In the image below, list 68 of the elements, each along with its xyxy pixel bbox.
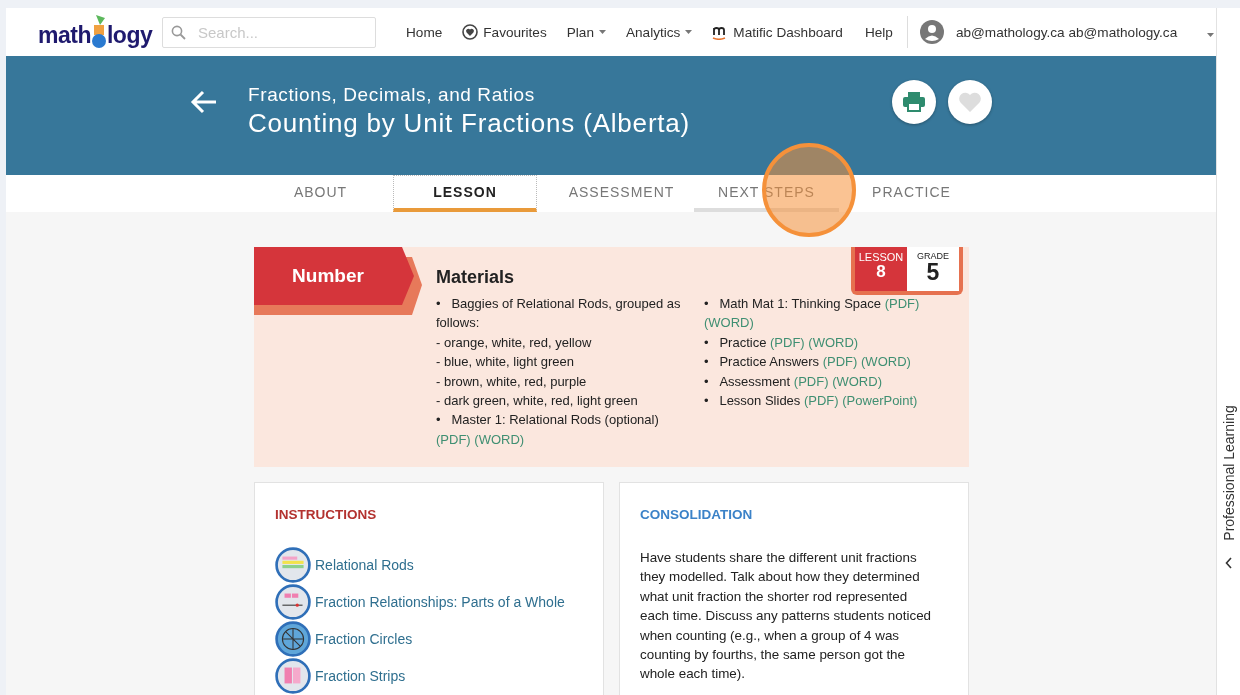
nav-link[interactable]: Matific Dashboard	[712, 24, 843, 40]
back-button[interactable]	[190, 88, 218, 116]
user-menu[interactable]: ab@mathology.ca ab@mathology.ca	[919, 20, 1178, 44]
material-item: • Lesson Slides (PDF) (PowerPoint)	[704, 392, 919, 411]
material-item: - orange, white, red, yellow	[436, 333, 593, 352]
favourite-button[interactable]	[948, 80, 992, 124]
download-link[interactable]: (PDF)	[804, 393, 839, 409]
search-icon	[171, 24, 186, 40]
back-arrow-icon	[190, 88, 218, 116]
tab[interactable]: ASSESSMENT	[549, 175, 694, 212]
download-link[interactable]: (PowerPoint)	[842, 393, 918, 409]
strand-label: Number	[254, 247, 414, 305]
tab[interactable]: NEXT STEPS	[694, 175, 839, 212]
nav-link[interactable]: Home	[406, 24, 443, 40]
download-link[interactable]: (PDF)	[884, 296, 920, 311]
resource-link[interactable]: Fraction Relationships: Parts of a Whole	[275, 583, 583, 620]
caret-icon	[1207, 33, 1215, 37]
resource-link[interactable]: Fraction Strips	[275, 657, 583, 694]
material-item: - dark green, white, red, light green	[436, 392, 639, 411]
grade-number: 5	[926, 261, 940, 284]
user-avatar-icon	[919, 20, 944, 44]
resource-link[interactable]: Fraction Circles	[275, 620, 583, 657]
download-link[interactable]: (PDF)	[793, 373, 829, 389]
chevron-left-icon[interactable]	[1224, 557, 1233, 569]
consolidation-heading: CONSOLIDATION	[640, 507, 754, 522]
nav-link[interactable]: Help	[864, 24, 893, 40]
instructions-heading: INSTRUCTIONS	[275, 507, 378, 522]
circle-diagram-icon	[275, 620, 311, 657]
download-link[interactable]: (WORD)	[474, 431, 525, 447]
download-link[interactable]: (WORD)	[832, 373, 882, 389]
consolidation-text: Have students share the different unit fractions they modelled. Talk about how they determined what unit fraction the shorter rod represented each time. Discuss any patterns students noticed when counting (e.g., when a group of 4 was counting by fourths, the same person got the whole each time).	[640, 549, 933, 684]
resource-link[interactable]: Relational Rods	[275, 546, 583, 583]
material-item: - brown, white, red, purple	[436, 372, 588, 391]
nav-link[interactable]: Plan	[566, 24, 606, 40]
material-item: - blue, white, light green	[436, 353, 576, 372]
heart-icon	[958, 91, 982, 113]
lesson-title: Counting by Unit Fractions (Alberta)	[248, 108, 692, 139]
tab[interactable]: ABOUT	[248, 175, 393, 212]
logo-icon	[90, 15, 107, 49]
download-link[interactable]: (WORD)	[808, 334, 859, 350]
nav-link[interactable]: Analytics	[625, 24, 693, 40]
tab[interactable]: LESSON	[393, 175, 537, 212]
print-button[interactable]	[892, 80, 936, 124]
material-item: • Practice Answers (PDF) (WORD)	[704, 353, 912, 372]
printer-icon	[903, 92, 925, 112]
caret-icon	[685, 30, 693, 34]
side-tab[interactable]: Professional Learning	[1220, 405, 1237, 541]
tab[interactable]: PRACTICE	[839, 175, 984, 212]
material-item: • Practice (PDF) (WORD)	[704, 333, 860, 352]
materials-heading: Materials	[436, 267, 515, 288]
download-link[interactable]: (PDF)	[822, 354, 858, 370]
caret-icon	[598, 30, 606, 34]
download-link[interactable]: (WORD)	[704, 315, 754, 331]
logo[interactable]: math logy	[38, 15, 162, 49]
download-link[interactable]: (PDF)	[770, 334, 805, 350]
download-link[interactable]: (PDF)	[436, 431, 471, 447]
fraction-bar-icon	[275, 583, 311, 620]
material-item: • Master 1: Relational Rods (optional) (PDF) (WORD)	[436, 411, 660, 449]
material-item: • Baggies of Relational Rods, grouped as follows:	[436, 295, 682, 333]
unit-subtitle: Fractions, Decimals, and Ratios	[248, 84, 536, 106]
rods-icon	[275, 546, 311, 583]
lesson-label: LESSON	[858, 251, 904, 263]
material-item: • Math Mat 1: Thinking Space (PDF) (WORD)	[704, 295, 921, 333]
lesson-number: 8	[876, 263, 886, 280]
download-link[interactable]: (WORD)	[861, 354, 911, 370]
nav-link[interactable]: Favourites	[462, 24, 547, 40]
material-item: • Assessment (PDF) (WORD)	[704, 372, 883, 391]
grade-label: GRADE	[917, 251, 949, 261]
